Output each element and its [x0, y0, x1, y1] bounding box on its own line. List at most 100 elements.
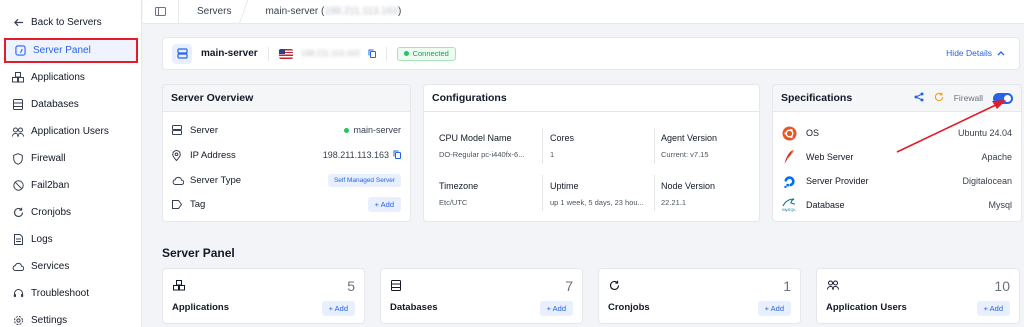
sidebar-item-services[interactable]: Services: [4, 254, 138, 279]
refresh-icon[interactable]: [934, 92, 944, 104]
config-value: 1: [550, 150, 555, 159]
specifications-card: Specifications Firewall OS Ubuntu 24.04 …: [772, 84, 1022, 222]
spec-row-database: MySQL Database Mysql: [781, 196, 1012, 214]
stat-card-applications: 5 Applications + Add: [162, 268, 365, 324]
users-icon: [827, 280, 839, 293]
sidebar-item-firewall[interactable]: Firewall: [4, 146, 138, 171]
add-application-button[interactable]: + Add: [321, 301, 355, 316]
stat-label: Applications: [172, 302, 230, 313]
tag-icon: [172, 199, 184, 209]
back-to-servers-link[interactable]: Back to Servers: [4, 10, 138, 35]
sidebar-item-label: Cronjobs: [31, 207, 72, 218]
sidebar-item-label: Services: [31, 261, 70, 272]
divider: [654, 175, 655, 211]
stat-count: 10: [994, 278, 1010, 294]
cloud-icon: [12, 261, 24, 273]
ban-icon: [12, 180, 24, 192]
stat-card-databases: 7 Databases + Add: [380, 268, 583, 324]
copy-icon[interactable]: [393, 150, 401, 161]
overview-row-tag: Tag + Add: [172, 196, 401, 212]
server-overview-card: Server Overview Server main-server IP Ad…: [162, 84, 411, 222]
config-label: Node Version: [661, 181, 716, 191]
divider: [542, 128, 543, 164]
sidebar-toggle-icon[interactable]: [143, 0, 179, 24]
refresh-icon: [12, 207, 24, 219]
overview-label: Tag: [190, 198, 206, 210]
sidebar-item-label: Server Panel: [33, 45, 91, 56]
overview-label: Server Type: [190, 174, 242, 186]
sidebar-item-label: Application Users: [31, 126, 109, 137]
divider: [385, 46, 387, 61]
overview-row-ip: IP Address 198.211.113.163: [172, 147, 401, 163]
config-label: Timezone: [439, 181, 479, 191]
server-icon: [172, 43, 192, 64]
firewall-toggle[interactable]: [993, 92, 1013, 104]
server-header-bar: main-server 198.211.113.163 Connected Hi…: [162, 37, 1020, 70]
sidebar-item-databases[interactable]: Databases: [4, 92, 138, 117]
hide-details-button[interactable]: Hide Details: [946, 48, 1005, 58]
ubuntu-logo-icon: [781, 125, 797, 141]
share-icon[interactable]: [914, 92, 924, 104]
sidebar-item-settings[interactable]: Settings: [4, 308, 138, 327]
stat-count: 5: [347, 278, 355, 294]
spec-value: Digitalocean: [962, 176, 1012, 186]
copy-icon[interactable]: [368, 49, 376, 58]
card-title: Server Overview: [163, 85, 410, 112]
sidebar-item-applications[interactable]: Applications: [4, 65, 138, 90]
stat-count: 7: [565, 278, 573, 294]
overview-label: IP Address: [190, 149, 236, 161]
sidebar-item-label: Settings: [31, 315, 68, 326]
spec-row-provider: Server Provider Digitalocean: [781, 172, 1012, 190]
refresh-icon: [609, 280, 620, 294]
headset-icon: [12, 288, 24, 300]
shield-icon: [12, 152, 24, 165]
sidebar-item-troubleshoot[interactable]: Troubleshoot: [4, 281, 138, 306]
cubes-icon: [12, 72, 24, 84]
config-label: CPU Model Name: [439, 133, 512, 143]
spec-value: Ubuntu 24.04: [957, 128, 1012, 138]
breadcrumb-hidden-ip: 198.211.113.163: [324, 6, 398, 17]
config-cpu-model: CPU Model Name DO-Regular pc-i440fx-6...: [439, 133, 524, 159]
sidebar-item-label: Logs: [31, 234, 53, 245]
sidebar-item-logs[interactable]: Logs: [4, 227, 138, 252]
server-icon: [172, 125, 184, 135]
stat-card-application-users: 10 Application Users + Add: [816, 268, 1020, 324]
overview-value: + Add: [367, 196, 401, 212]
divider: [654, 128, 655, 164]
gear-icon: [12, 315, 24, 327]
overview-row-server: Server main-server: [172, 122, 401, 138]
add-application-user-button[interactable]: + Add: [976, 301, 1010, 316]
config-value: Etc/UTC: [439, 198, 468, 207]
config-cores: Cores 1: [550, 133, 574, 159]
breadcrumb-server-label: main-server (: [265, 6, 325, 17]
sidebar-item-fail2ban[interactable]: Fail2ban: [4, 173, 138, 198]
gauge-icon: [14, 45, 26, 57]
config-uptime: Uptime up 1 week, 5 days, 23 hou...: [550, 181, 644, 207]
add-database-button[interactable]: + Add: [539, 301, 573, 316]
chevron-up-icon: [997, 51, 1005, 56]
stat-count: 1: [783, 278, 791, 294]
config-label: Agent Version: [661, 133, 718, 143]
users-icon: [12, 126, 24, 138]
config-node-version: Node Version 22.21.1: [661, 181, 715, 207]
location-pin-icon: [172, 149, 184, 161]
spec-row-web-server: Web Server Apache: [781, 148, 1012, 166]
digitalocean-logo-icon: [781, 173, 797, 189]
add-tag-button[interactable]: + Add: [367, 196, 401, 212]
sidebar-item-application-users[interactable]: Application Users: [4, 119, 138, 144]
breadcrumb-current-server: main-server (198.211.113.163): [245, 0, 415, 24]
sidebar-item-server-panel[interactable]: Server Panel: [4, 38, 138, 63]
add-cronjob-button[interactable]: + Add: [757, 301, 791, 316]
file-icon: [12, 234, 24, 246]
us-flag-icon: [278, 48, 293, 59]
breadcrumb-servers[interactable]: Servers: [179, 0, 245, 24]
spec-tools: Firewall: [914, 92, 1013, 104]
overview-value: Self Managed Server: [327, 173, 401, 187]
config-value: 22.21.1: [661, 198, 687, 207]
mysql-logo-text: MySQL: [782, 207, 796, 212]
stat-label: Cronjobs: [608, 302, 650, 313]
overview-label: Server: [190, 124, 218, 136]
spec-label: Database: [806, 200, 845, 210]
stat-label: Application Users: [826, 302, 907, 313]
sidebar-item-cronjobs[interactable]: Cronjobs: [4, 200, 138, 225]
